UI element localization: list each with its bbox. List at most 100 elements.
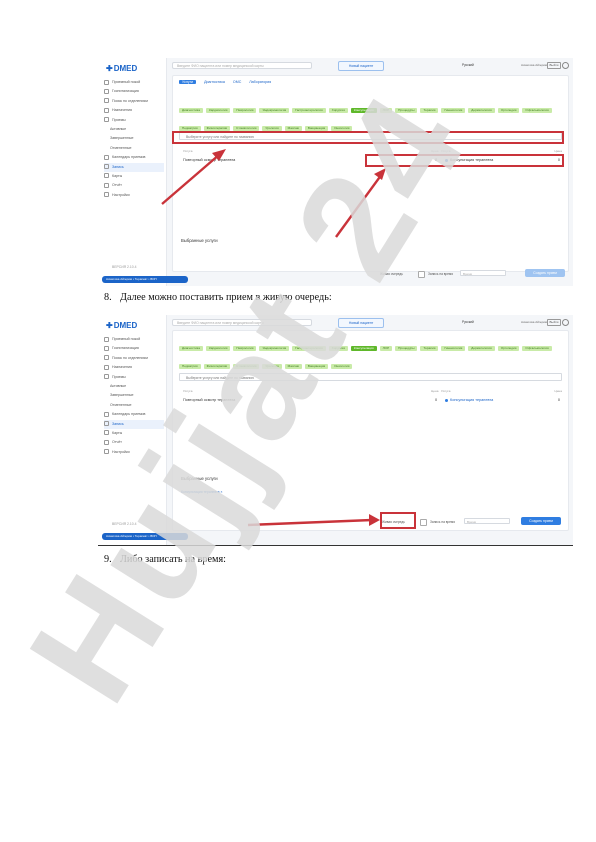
sidebar-item[interactable]: Отчёт xyxy=(104,438,164,447)
category-chip[interactable]: Процедуры xyxy=(395,346,418,351)
category-chip[interactable]: Неврология xyxy=(233,108,257,113)
sidebar-item[interactable]: Настройки xyxy=(104,191,164,200)
patient-search-input[interactable]: Введите ФИО пациента или номер медицинск… xyxy=(172,62,312,69)
service-tab[interactable]: Диагностика xyxy=(204,80,225,84)
category-chip[interactable]: Диагностика xyxy=(179,108,203,113)
category-chip[interactable]: Хирургия xyxy=(328,346,348,351)
service-tab[interactable]: Услуги xyxy=(179,80,197,84)
category-chip[interactable]: Урология xyxy=(262,126,282,131)
service-row-left[interactable]: Повторный осмотр терапевта xyxy=(183,158,235,162)
logout-button[interactable]: Выйти xyxy=(547,319,561,326)
live-queue-button[interactable]: Живая очередь xyxy=(382,520,405,524)
category-chip[interactable]: Урология xyxy=(262,364,282,369)
category-chip[interactable]: Гинекология xyxy=(441,108,466,113)
user-chip[interactable]: Ахметова Айгерим • Терапевт • ВОП xyxy=(102,533,188,540)
sidebar-item[interactable]: Отмененные xyxy=(104,144,164,153)
category-chip[interactable]: Эндокринология xyxy=(259,346,290,351)
category-chip[interactable]: Дерматология xyxy=(468,108,495,113)
live-queue-button[interactable]: Живая очередь xyxy=(380,272,403,276)
category-chip[interactable]: Онкология xyxy=(331,364,353,369)
category-chip[interactable]: ЛОР xyxy=(379,108,393,113)
category-chip[interactable]: Гинекология xyxy=(441,346,466,351)
category-chip[interactable]: Массаж xyxy=(284,364,302,369)
category-chip[interactable]: Педиатрия xyxy=(179,126,201,131)
sidebar-item[interactable]: Приемы xyxy=(104,373,164,382)
sidebar-item[interactable]: Карты xyxy=(104,172,164,181)
category-chip[interactable]: ЛОР xyxy=(379,346,393,351)
sidebar-item[interactable]: Госпитализация xyxy=(104,87,164,96)
sidebar-item-label: Календарь приемов xyxy=(112,155,146,160)
sidebar-item[interactable]: Запись xyxy=(104,419,164,429)
sidebar-item[interactable]: Завершенные xyxy=(104,391,164,400)
user-chip[interactable]: Ахметова Айгерим • Терапевт • ВОП xyxy=(102,276,188,283)
category-chip[interactable]: Онкология xyxy=(331,126,353,131)
category-chip[interactable]: Гастроэнтерология xyxy=(292,108,326,113)
create-appointment-button[interactable]: Создать прием xyxy=(521,517,561,525)
new-patient-button[interactable]: Новый пациент xyxy=(338,61,384,71)
category-chip[interactable]: Неврология xyxy=(233,346,257,351)
sidebar-item[interactable]: Приемный покой xyxy=(104,335,164,344)
sidebar-item[interactable]: Госпитализация xyxy=(104,344,164,353)
service-row-right[interactable]: Консультация терапевта xyxy=(445,398,493,402)
category-chip[interactable]: Офтальмология xyxy=(522,346,552,351)
service-row-right[interactable]: Консультация терапевта xyxy=(445,158,493,162)
time-booking-checkbox[interactable] xyxy=(418,271,425,278)
language-selector[interactable]: Русский xyxy=(462,320,474,324)
category-chip[interactable]: Вакцинация xyxy=(304,364,329,369)
sidebar-item[interactable]: Настройки xyxy=(104,448,164,457)
service-tab[interactable]: ОМС xyxy=(233,80,241,84)
category-chip[interactable]: Диагностика xyxy=(179,346,203,351)
category-chip[interactable]: Дерматология xyxy=(468,346,495,351)
sidebar-item[interactable]: Назначения xyxy=(104,363,164,372)
sidebar-item[interactable]: Запись xyxy=(104,162,164,172)
category-chip[interactable]: Офтальмология xyxy=(522,108,552,113)
sidebar-item[interactable]: Отчёт xyxy=(104,181,164,190)
service-filter-input[interactable]: Выберите услугу или найдите по названию xyxy=(179,373,562,381)
category-chip[interactable]: Консультация xyxy=(350,346,377,351)
time-booking-checkbox[interactable] xyxy=(420,519,427,526)
sidebar-item[interactable]: Календарь приемов xyxy=(104,410,164,419)
sidebar-item[interactable]: Календарь приемов xyxy=(104,153,164,162)
sidebar-item[interactable]: Отмененные xyxy=(104,401,164,410)
category-chip[interactable]: Ортопедия xyxy=(497,346,520,351)
sidebar-item[interactable]: Завершенные xyxy=(104,134,164,143)
sidebar-item[interactable]: Активные xyxy=(104,125,164,134)
sidebar-item[interactable]: Приемы xyxy=(104,116,164,125)
language-selector[interactable]: Русский xyxy=(462,63,474,67)
category-chip[interactable]: Терапия xyxy=(420,108,439,113)
category-chip[interactable]: Стоматология xyxy=(233,126,260,131)
category-chip[interactable]: Терапия xyxy=(420,346,439,351)
new-patient-button[interactable]: Новый пациент xyxy=(338,318,384,328)
category-chip[interactable]: Физиотерапия xyxy=(203,126,231,131)
sidebar-item[interactable]: Карты xyxy=(104,429,164,438)
time-input[interactable]: Время xyxy=(460,270,506,276)
create-appointment-button[interactable]: Создать прием xyxy=(525,269,565,277)
category-chip[interactable]: Ортопедия xyxy=(497,108,520,113)
category-chip[interactable]: Кардиология xyxy=(205,108,231,113)
help-icon[interactable] xyxy=(562,319,569,326)
sidebar-item[interactable]: Поиск по отделениям xyxy=(104,97,164,106)
service-tab[interactable]: Лаборатория xyxy=(249,80,271,84)
category-chip[interactable]: Хирургия xyxy=(328,108,348,113)
category-chip[interactable]: Массаж xyxy=(284,126,302,131)
logout-button[interactable]: Выйти xyxy=(547,62,561,69)
category-chip[interactable]: Физиотерапия xyxy=(203,364,231,369)
category-chip[interactable]: Кардиология xyxy=(205,346,231,351)
time-input[interactable]: Время xyxy=(464,518,510,524)
sidebar-item[interactable]: Поиск по отделениям xyxy=(104,354,164,363)
category-chip[interactable]: Процедуры xyxy=(395,108,418,113)
sidebar-item[interactable]: Приемный покой xyxy=(104,78,164,87)
category-chip[interactable]: Эндокринология xyxy=(259,108,290,113)
category-chip[interactable]: Вакцинация xyxy=(304,126,329,131)
help-icon[interactable] xyxy=(562,62,569,69)
category-chip[interactable]: Педиатрия xyxy=(179,364,201,369)
selected-service-tag[interactable]: Консультация терапевта × xyxy=(181,490,223,494)
patient-search-input[interactable]: Введите ФИО пациента или номер медицинск… xyxy=(172,319,312,326)
sidebar-item[interactable]: Активные xyxy=(104,382,164,391)
category-chip[interactable]: Консультация xyxy=(350,108,377,113)
service-filter-input[interactable]: Выберите услугу или найдите по названию xyxy=(179,132,562,140)
service-row-left[interactable]: Повторный осмотр терапевта xyxy=(183,398,235,402)
sidebar-item[interactable]: Назначения xyxy=(104,106,164,115)
category-chip[interactable]: Гастроэнтерология xyxy=(292,346,326,351)
category-chip[interactable]: Стоматология xyxy=(233,364,260,369)
